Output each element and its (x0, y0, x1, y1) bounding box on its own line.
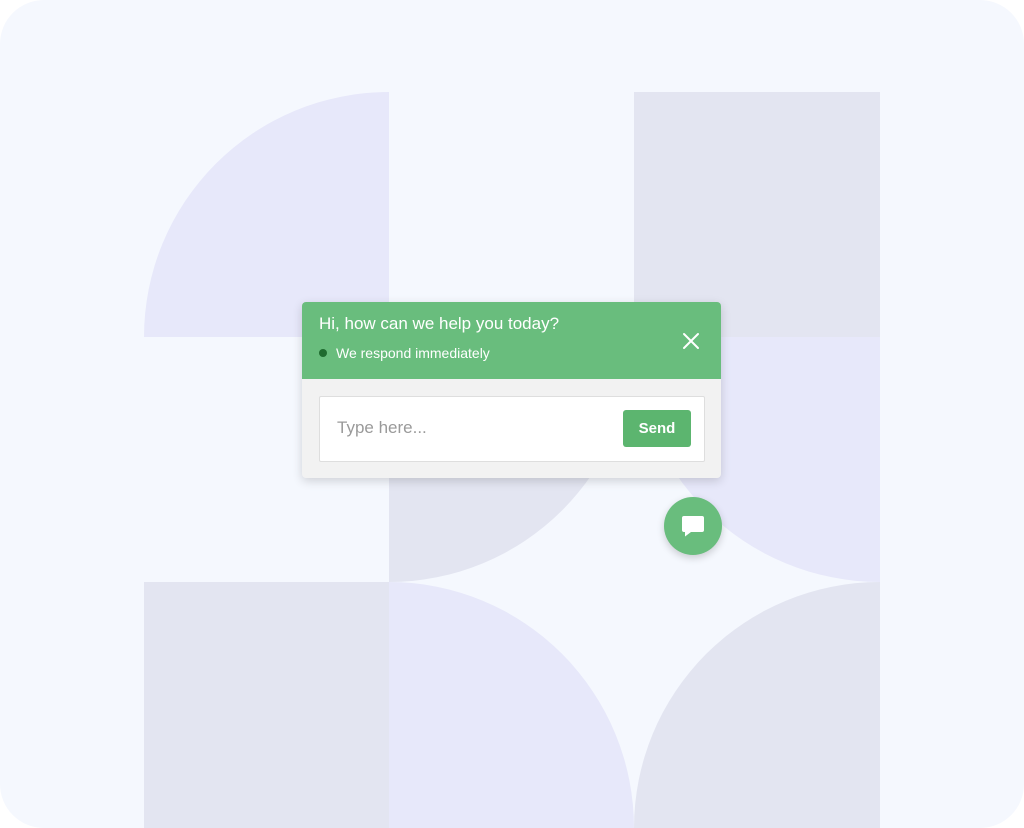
online-status-dot (319, 349, 327, 357)
status-row: We respond immediately (319, 344, 490, 362)
chat-header: Hi, how can we help you today? We respon… (302, 302, 721, 379)
close-button[interactable] (678, 328, 704, 354)
chat-popup: Hi, how can we help you today? We respon… (302, 302, 721, 478)
page-frame: Hi, how can we help you today? We respon… (0, 0, 1024, 828)
chat-title: Hi, how can we help you today? (319, 314, 560, 333)
message-composer: Send (319, 396, 705, 462)
close-icon (683, 333, 699, 349)
bg-shape-square-bottom-left (144, 582, 389, 828)
bg-shape-quarter-circle-top-left (144, 92, 389, 337)
bg-shape-quarter-circle-bottom-center (389, 582, 634, 828)
send-button[interactable]: Send (623, 410, 691, 447)
chat-launcher-button[interactable] (664, 497, 722, 555)
message-input[interactable] (321, 398, 611, 458)
chat-bubble-icon (682, 516, 704, 537)
bg-shape-square-top-right (634, 92, 880, 337)
bg-shape-quarter-circle-bottom-right (634, 582, 880, 828)
status-text: We respond immediately (336, 345, 490, 361)
